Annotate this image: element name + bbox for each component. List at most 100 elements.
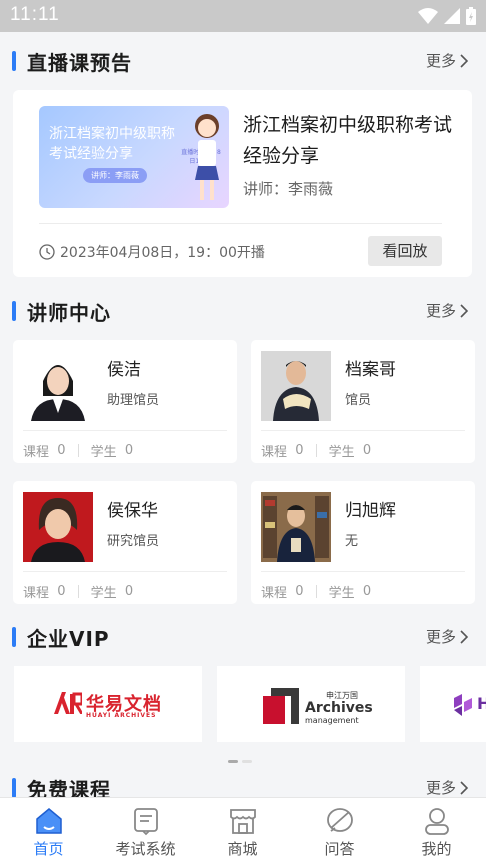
carousel-dot-active — [228, 760, 238, 763]
vip-more-link[interactable]: 更多 — [426, 626, 468, 647]
tab-label: 首页 — [33, 840, 64, 858]
teacher-name: 侯保华 — [107, 501, 158, 521]
status-time: 11:11 — [10, 4, 60, 25]
divider — [261, 571, 465, 572]
section-accent-bar — [12, 627, 16, 647]
battery-icon — [466, 7, 476, 25]
free-more-link[interactable]: 更多 — [426, 777, 468, 798]
more-label: 更多 — [425, 302, 456, 320]
status-bar: 11:11 — [0, 0, 486, 32]
stats-separator — [315, 585, 317, 598]
teacher-photo — [23, 351, 93, 421]
tab-exam[interactable]: 考试系统 — [97, 798, 194, 866]
tab-label: 我的 — [421, 840, 452, 858]
teacher-photo — [261, 351, 331, 421]
courses-label: 课程 — [23, 586, 50, 601]
status-icons — [418, 6, 476, 26]
courses-count: 0 — [295, 443, 304, 458]
more-label: 更多 — [425, 52, 456, 70]
teacher-card[interactable]: 侯洁 助理馆员 课程 0 学生 0 — [13, 340, 237, 463]
students-label: 学生 — [90, 586, 117, 601]
archives-logo-mark — [263, 688, 299, 724]
wifi-icon — [418, 8, 438, 24]
teacher-stats: 课程 0 学生 0 — [23, 441, 133, 460]
courses-label: 课程 — [261, 586, 288, 601]
teacher-role: 无 — [345, 534, 359, 549]
shop-icon — [230, 809, 256, 834]
courses-label: 课程 — [261, 445, 288, 460]
chevron-right-icon — [460, 780, 468, 795]
huayi-logo-en: HUAYI ARCHIVES — [86, 712, 157, 719]
section-title: 讲师中心 — [27, 301, 111, 325]
teacher-role: 馆员 — [345, 393, 372, 408]
teacher-card[interactable]: 侯保华 研究馆员 课程 0 学生 0 — [13, 481, 237, 604]
tab-qa[interactable]: 问答 — [291, 798, 388, 866]
divider — [39, 223, 442, 224]
vip-logo-partial[interactable]: H — [420, 666, 486, 742]
more-label: 更多 — [425, 628, 456, 646]
teacher-name: 档案哥 — [345, 360, 396, 380]
section-accent-bar — [12, 301, 16, 321]
courses-label: 课程 — [23, 445, 50, 460]
signal-icon — [444, 8, 460, 24]
vip-logo-huayi[interactable]: 华易文档 HUAYI ARCHIVES — [14, 666, 202, 742]
stats-separator — [77, 585, 79, 598]
carousel-indicator — [228, 760, 252, 763]
teacher-card[interactable]: 归旭辉 无 课程 0 学生 0 — [251, 481, 475, 604]
teacher-card[interactable]: 档案哥 馆员 课程 0 学生 0 — [251, 340, 475, 463]
tab-label: 问答 — [324, 840, 355, 858]
courses-count: 0 — [57, 443, 66, 458]
profile-icon — [425, 808, 449, 835]
teacher-stats: 课程 0 学生 0 — [261, 582, 371, 601]
exam-icon — [134, 808, 158, 836]
thumbnail-title: 浙江档案初中级职称考试经验分享 — [49, 126, 175, 162]
students-label: 学生 — [328, 445, 355, 460]
partial-logo-mark — [454, 694, 472, 716]
tab-profile[interactable]: 我的 — [388, 798, 485, 866]
live-course-teacher: 讲师：李雨薇 — [243, 180, 334, 198]
teacher-section-header: 讲师中心 更多 — [0, 297, 486, 327]
vip-logo-archives[interactable]: 申江万国 Archives management — [217, 666, 405, 742]
live-course-thumbnail: 浙江档案初中级职称考试经验分享 讲师：李雨薇 直播时间 4月8日19:00 — [39, 106, 229, 208]
live-course-title: 浙江档案初中级职称考试经验分享 — [243, 114, 453, 167]
tab-home[interactable]: 首页 — [0, 798, 97, 866]
teacher-role: 助理馆员 — [107, 393, 160, 408]
divider — [23, 571, 227, 572]
students-count: 0 — [124, 443, 134, 458]
students-count: 0 — [362, 584, 372, 599]
archives-logo-en: Archives — [305, 700, 373, 716]
stats-separator — [315, 444, 317, 457]
carousel-dot — [242, 760, 252, 763]
teacher-name: 侯洁 — [107, 360, 141, 380]
section-title: 企业VIP — [27, 627, 110, 651]
live-course-card[interactable]: 浙江档案初中级职称考试经验分享 讲师：李雨薇 直播时间 4月8日19:00 浙江… — [13, 90, 472, 277]
teacher-stats: 课程 0 学生 0 — [23, 582, 133, 601]
chevron-right-icon — [460, 629, 468, 644]
students-count: 0 — [124, 584, 134, 599]
tab-shop[interactable]: 商城 — [194, 798, 291, 866]
live-course-time: 2023年04月08日，19：00开播 — [39, 242, 265, 262]
archives-logo-en2: management — [305, 716, 359, 725]
teacher-photo — [261, 492, 331, 562]
courses-count: 0 — [295, 584, 304, 599]
teacher-photo — [23, 492, 93, 562]
students-label: 学生 — [90, 445, 117, 460]
teachers-more-link[interactable]: 更多 — [426, 300, 468, 321]
courses-count: 0 — [57, 584, 66, 599]
live-time-text: 2023年04月08日，19：00开播 — [60, 245, 265, 261]
vip-section-header: 企业VIP 更多 — [0, 623, 486, 653]
section-accent-bar — [12, 778, 16, 798]
clock-icon — [39, 244, 55, 260]
divider — [23, 430, 227, 431]
live-more-link[interactable]: 更多 — [426, 50, 468, 71]
replay-button[interactable]: 看回放 — [368, 236, 442, 266]
huayi-logo-mark — [54, 692, 82, 714]
chevron-right-icon — [460, 53, 468, 68]
teacher-name: 归旭辉 — [345, 501, 396, 521]
section-accent-bar — [12, 51, 16, 71]
students-label: 学生 — [328, 586, 355, 601]
stats-separator — [77, 444, 79, 457]
home-icon — [36, 808, 62, 834]
bottom-tab-bar: 首页 考试系统 商城 问答 我的 — [0, 797, 486, 866]
teacher-stats: 课程 0 学生 0 — [261, 441, 371, 460]
